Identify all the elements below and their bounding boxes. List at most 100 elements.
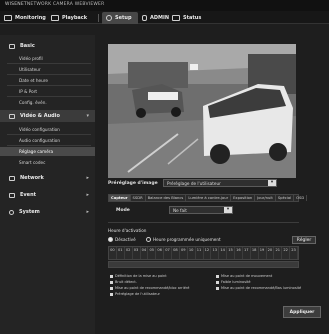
sidebar-item-ip-port[interactable]: IP & Port bbox=[0, 87, 95, 96]
hour-cell[interactable]: 01 bbox=[117, 247, 125, 259]
hour-cell[interactable]: 19 bbox=[259, 247, 267, 259]
hour-cell[interactable]: 02 bbox=[125, 247, 133, 259]
sidebar-item-audio-config[interactable]: Audio configuration bbox=[0, 136, 95, 145]
section-divider bbox=[108, 222, 299, 223]
tab-ssdr[interactable]: SSDR bbox=[131, 195, 146, 201]
schedule-set-button[interactable]: Régler bbox=[292, 236, 316, 244]
parking-garage-image bbox=[108, 44, 296, 178]
brand-product: NETWORK CAMERA WEBVIEWER bbox=[26, 2, 105, 7]
hour-cell[interactable]: 15 bbox=[227, 247, 235, 259]
divider bbox=[7, 85, 91, 86]
monitoring-tab[interactable]: Monitoring bbox=[4, 12, 46, 24]
sidebar-item-video-config[interactable]: Vidéo configuration bbox=[0, 125, 95, 134]
camera-settings-tabs: Capteur SSDR Balance des Blancs Lumière … bbox=[108, 194, 308, 202]
dropdown-arrow-icon: ▾ bbox=[268, 180, 276, 186]
sidebar-section-basic[interactable]: Basic bbox=[0, 40, 95, 52]
hour-cell[interactable]: 23 bbox=[290, 247, 298, 259]
brand-title: WISENETNETWORK CAMERA WEBVIEWER bbox=[5, 2, 104, 7]
legend-swatch bbox=[110, 274, 113, 278]
hour-cell[interactable]: 12 bbox=[204, 247, 212, 259]
playback-tab[interactable]: Playback bbox=[51, 12, 87, 24]
legend-item: Définition de la mise au point bbox=[110, 274, 167, 278]
hour-cell[interactable]: 18 bbox=[251, 247, 259, 259]
video-audio-label: Vidéo & Audio bbox=[20, 113, 60, 119]
hour-cell[interactable]: 03 bbox=[133, 247, 141, 259]
hour-cell[interactable]: 21 bbox=[274, 247, 283, 259]
hour-cell[interactable]: 04 bbox=[141, 247, 149, 259]
hour-cell[interactable]: 10 bbox=[188, 247, 196, 259]
sidebar-section-event[interactable]: Event ▸ bbox=[0, 189, 95, 201]
sidebar-section-system[interactable]: System ▸ bbox=[0, 206, 95, 218]
hour-cell[interactable]: 00 bbox=[109, 247, 117, 259]
status-icon bbox=[172, 15, 180, 21]
radio-button bbox=[108, 237, 113, 242]
mode-label: Mode bbox=[116, 208, 130, 213]
tab-exposition[interactable]: Exposition bbox=[231, 195, 256, 201]
sidebar-section-video-audio[interactable]: Vidéo & Audio ▾ bbox=[0, 110, 95, 122]
legend-swatch bbox=[216, 274, 219, 278]
divider bbox=[7, 145, 91, 146]
legend-item: Faible luminosité bbox=[216, 280, 251, 284]
tab-special[interactable]: Spécial bbox=[276, 195, 295, 201]
mode-select[interactable]: Ne fait ▾ bbox=[169, 206, 233, 214]
sidebar-item-video-profil[interactable]: Vidéo profil bbox=[0, 54, 95, 63]
hour-cell[interactable]: 09 bbox=[180, 247, 188, 259]
hour-cell[interactable]: 20 bbox=[267, 247, 275, 259]
legend-item: Bruit détect. bbox=[110, 280, 137, 284]
tab-contre-jour[interactable]: Lumière à contre-jour bbox=[186, 195, 232, 201]
network-label: Network bbox=[20, 175, 44, 181]
radio-disabled-label: Désactivé bbox=[115, 237, 136, 242]
tab-jour-nuit[interactable]: Jour/nuit bbox=[255, 195, 276, 201]
status-tab[interactable]: Status bbox=[172, 12, 201, 24]
status-label: Status bbox=[183, 15, 202, 21]
tab-osd[interactable]: OSD bbox=[294, 195, 308, 201]
legend-label: Faible luminosité bbox=[221, 280, 251, 284]
system-icon bbox=[9, 209, 14, 215]
image-preset-select[interactable]: Préréglage de l'utilisateur ▾ bbox=[163, 179, 277, 187]
nav-divider bbox=[98, 14, 99, 22]
legend-item: Mise au point de recommandé/Bas luminosi… bbox=[216, 286, 301, 290]
film-icon bbox=[51, 15, 59, 21]
monitoring-label: Monitoring bbox=[15, 15, 46, 21]
radio-scheduled[interactable]: Heure programmée uniquement bbox=[146, 237, 221, 242]
radio-scheduled-label: Heure programmée uniquement bbox=[153, 237, 221, 242]
legend-swatch bbox=[110, 292, 113, 296]
radio-disabled[interactable]: Désactivé bbox=[108, 237, 136, 242]
legend-label: Préréglage de l'utilisateur bbox=[115, 292, 160, 296]
top-navigation: Monitoring Playback Setup ADMIN Status bbox=[0, 11, 329, 24]
hour-cell[interactable]: 05 bbox=[148, 247, 157, 259]
image-preset-label: Préréglage d'image bbox=[108, 181, 158, 186]
sidebar-item-config-even[interactable]: Config. évén. bbox=[0, 98, 95, 107]
tab-balance-blancs[interactable]: Balance des Blancs bbox=[146, 195, 187, 201]
basic-label: Basic bbox=[20, 43, 35, 49]
hour-cell[interactable]: 11 bbox=[196, 247, 204, 259]
sidebar-section-network[interactable]: Network ▸ bbox=[0, 172, 95, 184]
hour-cell[interactable]: 17 bbox=[243, 247, 251, 259]
hour-cell[interactable]: 22 bbox=[282, 247, 291, 259]
radio-button bbox=[146, 237, 151, 242]
sidebar-item-utilisateur[interactable]: Utilisateur bbox=[0, 65, 95, 74]
schedule-hours: 00 01 02 03 04 05 06 07 08 09 10 11 12 1… bbox=[108, 246, 299, 260]
hour-cell[interactable]: 16 bbox=[235, 247, 243, 259]
setup-tab[interactable]: Setup bbox=[102, 12, 138, 24]
brand-bar: WISENETNETWORK CAMERA WEBVIEWER bbox=[0, 0, 329, 11]
sidebar-item-date-heure[interactable]: Date et heure bbox=[0, 76, 95, 85]
apply-button[interactable]: Appliquer bbox=[283, 306, 321, 318]
mode-value: Ne fait bbox=[173, 207, 187, 213]
hour-cell[interactable]: 13 bbox=[211, 247, 220, 259]
divider bbox=[7, 96, 91, 97]
legend-item: Mise au point de mouvement bbox=[216, 274, 272, 278]
event-icon bbox=[9, 192, 15, 198]
tab-capteur[interactable]: Capteur bbox=[109, 195, 131, 201]
chevron-down-icon: ▾ bbox=[86, 113, 89, 119]
hour-cell[interactable]: 07 bbox=[164, 247, 172, 259]
hour-cell[interactable]: 14 bbox=[219, 247, 228, 259]
hour-cell[interactable]: 08 bbox=[172, 247, 180, 259]
sidebar-item-reglage-camera[interactable]: Réglage caméra bbox=[0, 147, 95, 156]
admin-user[interactable]: ADMIN bbox=[142, 12, 169, 24]
playback-label: Playback bbox=[62, 15, 88, 21]
sidebar-item-smart-codec[interactable]: Smart codec bbox=[0, 158, 95, 167]
schedule-timeline[interactable] bbox=[108, 261, 299, 268]
hour-cell[interactable]: 06 bbox=[156, 247, 165, 259]
dropdown-arrow-icon: ▾ bbox=[224, 207, 232, 213]
